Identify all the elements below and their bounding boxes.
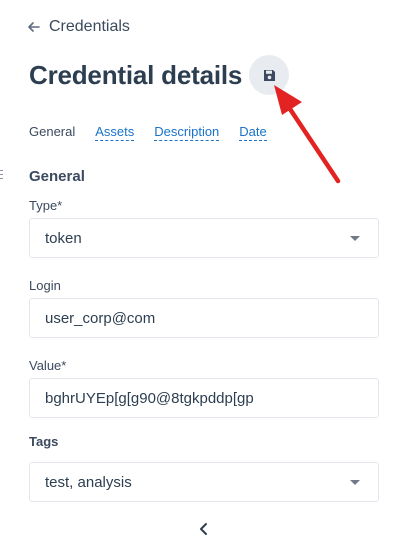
- tab-bar: General Assets Description Date: [29, 124, 287, 141]
- login-field[interactable]: user_corp@com: [29, 298, 379, 338]
- caret-down-icon: [350, 236, 360, 241]
- sidebar-edge-handle[interactable]: [0, 170, 4, 182]
- type-select[interactable]: token: [29, 218, 379, 258]
- chevron-left-icon[interactable]: [198, 522, 210, 536]
- login-label: Login: [29, 278, 61, 293]
- section-title: General: [29, 168, 85, 185]
- tab-description[interactable]: Description: [154, 124, 220, 141]
- arrow-left-icon: [28, 22, 40, 32]
- tags-label: Tags: [29, 434, 59, 449]
- value-value: bghrUYEp[g[g90@8tgkpddp[gp: [45, 389, 254, 407]
- tab-date[interactable]: Date: [239, 124, 267, 141]
- tags-value: test, analysis: [45, 473, 132, 491]
- tab-general[interactable]: General: [29, 124, 75, 141]
- tags-select[interactable]: test, analysis: [29, 462, 379, 502]
- annotation-arrow: [274, 85, 341, 184]
- value-field[interactable]: bghrUYEp[g[g90@8tgkpddp[gp: [29, 378, 379, 418]
- type-value: token: [45, 229, 82, 247]
- back-link-label: Credentials: [49, 18, 130, 35]
- page-title: Credential details: [29, 59, 243, 90]
- type-label: Type*: [29, 198, 63, 213]
- back-link[interactable]: Credentials: [27, 18, 130, 36]
- caret-down-icon: [350, 480, 360, 485]
- value-label: Value*: [29, 358, 67, 373]
- login-value: user_corp@com: [45, 309, 156, 327]
- tab-assets[interactable]: Assets: [95, 124, 135, 141]
